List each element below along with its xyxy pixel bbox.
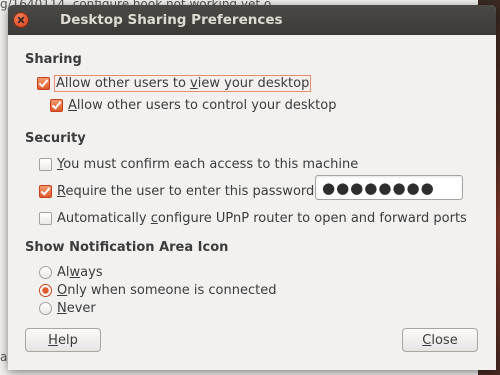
only-connected-label: Only when someone is connected [57,282,277,298]
upnp-checkbox[interactable] [39,211,52,225]
view-desktop-checkbox[interactable] [37,76,50,90]
always-radio-row[interactable]: Always [39,263,103,281]
confirm-access-checkbox[interactable] [39,157,52,171]
view-desktop-checkbox-row[interactable]: Allow other users to view your desktop [37,74,312,92]
sharing-header: Sharing [25,52,82,67]
never-label: Never [57,300,96,316]
help-button[interactable]: Help [25,328,101,352]
security-header: Security [25,131,86,146]
upnp-checkbox-row[interactable]: Automatically configure UPnP router to o… [39,209,467,227]
password-input[interactable]: ●●●●●●●● [315,175,463,200]
dialog-content: Sharing Allow other users to view your d… [8,35,496,370]
only-connected-radio-row[interactable]: Only when someone is connected [39,281,276,299]
always-label: Always [57,264,103,280]
view-desktop-label: Allow other users to view your desktop [53,74,312,92]
background-bottom-text: a [0,350,8,364]
require-password-label: Require the user to enter this password: [57,183,319,199]
help-button-label: Help [48,332,78,348]
always-radio[interactable] [39,265,52,279]
desktop-sharing-dialog: Desktop Sharing Preferences Sharing Allo… [8,5,496,370]
notification-header: Show Notification Area Icon [25,240,229,255]
close-button-label: Close [422,332,458,348]
never-radio[interactable] [39,301,52,315]
control-desktop-label: Allow other users to control your deskto… [68,97,337,113]
never-radio-row[interactable]: Never [39,299,96,317]
close-button[interactable]: Close [402,328,478,352]
window-title: Desktop Sharing Preferences [60,12,283,28]
confirm-access-label: You must confirm each access to this mac… [57,156,359,172]
only-connected-radio[interactable] [39,283,52,297]
title-bar[interactable]: Desktop Sharing Preferences [8,5,496,35]
control-desktop-checkbox-row[interactable]: Allow other users to control your deskto… [50,96,336,114]
window-close-icon[interactable] [13,12,29,28]
require-password-checkbox-row[interactable]: Require the user to enter this password: [39,182,319,200]
control-desktop-checkbox[interactable] [50,98,63,112]
upnp-label: Automatically configure UPnP router to o… [57,210,467,226]
require-password-checkbox[interactable] [39,184,52,198]
confirm-access-checkbox-row[interactable]: You must confirm each access to this mac… [39,155,358,173]
